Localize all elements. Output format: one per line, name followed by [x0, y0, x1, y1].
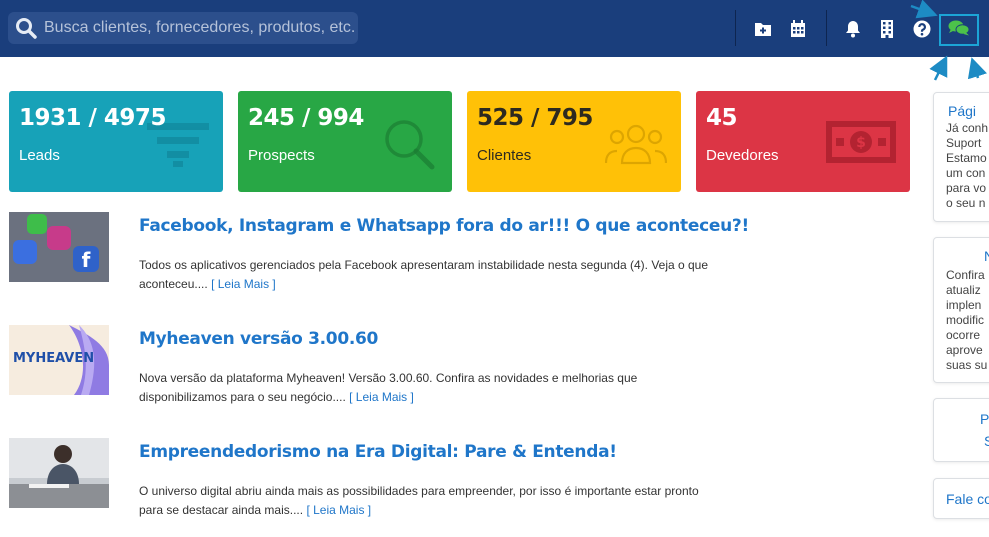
- news-description: Nova versão da plataforma Myheaven! Vers…: [139, 369, 719, 407]
- money-icon: $: [826, 121, 896, 163]
- search-bar[interactable]: [8, 12, 358, 44]
- toolbar-separator: [735, 10, 736, 46]
- folder-plus-icon[interactable]: [752, 18, 774, 40]
- sidebar-card-text: um con: [946, 166, 986, 180]
- news-description: O universo digital abriu ainda mais as p…: [139, 482, 719, 520]
- news-thumbnail[interactable]: f: [9, 212, 109, 282]
- sidebar-card-heading: S: [984, 433, 989, 449]
- prospects-card[interactable]: 245 / 994 Prospects: [238, 91, 452, 192]
- devedores-card[interactable]: $ 45 Devedores: [696, 91, 910, 192]
- news-title[interactable]: Facebook, Instagram e Whatsapp fora do a…: [139, 216, 749, 236]
- news-thumbnail[interactable]: [9, 438, 109, 508]
- sidebar-card-text: Confira: [946, 268, 985, 282]
- clientes-value: 525 / 795: [477, 105, 593, 131]
- news-text: O universo digital abriu ainda mais as p…: [139, 484, 699, 517]
- sidebar-card-text: Já conh: [946, 121, 989, 135]
- magnifier-icon: [385, 120, 435, 170]
- sidebar-card-text: atualiz: [946, 283, 981, 297]
- sidebar-card-text: implen: [946, 298, 982, 312]
- sidebar-card-text: ocorre: [946, 328, 981, 342]
- svg-text:$: $: [856, 135, 866, 151]
- devedores-label: Devedores: [706, 147, 779, 164]
- sidebar-card-news[interactable]: N Confira atualiz implen modific ocorre …: [933, 237, 989, 383]
- sidebar-card-heading: N: [984, 248, 989, 264]
- clientes-card[interactable]: 525 / 795 Clientes: [467, 91, 681, 192]
- sidebar-card-support[interactable]: Pági Já conh Suport Estamo um con para v…: [933, 92, 989, 222]
- search-input[interactable]: [44, 19, 354, 37]
- svg-text:f: f: [82, 248, 91, 272]
- sidebar-card-text: para vo: [946, 181, 987, 195]
- read-more-link[interactable]: [ Leia Mais ]: [306, 503, 371, 517]
- sidebar-card-text: Estamo: [946, 151, 987, 165]
- leads-value: 1931 / 4975: [19, 105, 166, 131]
- contact-link[interactable]: Fale co: [946, 491, 989, 507]
- sidebar-card-text: suas su: [946, 358, 988, 372]
- news-title[interactable]: Empreendedorismo na Era Digital: Pare & …: [139, 442, 617, 462]
- leads-label: Leads: [19, 147, 60, 164]
- toolbar-separator: [826, 10, 827, 46]
- sidebar-card-contact[interactable]: Fale co: [933, 478, 989, 519]
- news-thumbnail[interactable]: MYHEAVEN: [9, 325, 109, 395]
- users-icon: [605, 124, 667, 165]
- read-more-link[interactable]: [ Leia Mais ]: [211, 277, 276, 291]
- sidebar-card-heading: P: [980, 411, 989, 427]
- leads-card[interactable]: 1931 / 4975 Leads: [9, 91, 223, 192]
- read-more-link[interactable]: [ Leia Mais ]: [349, 390, 414, 404]
- search-icon[interactable]: [14, 16, 38, 40]
- devedores-value: 45: [706, 105, 738, 131]
- thumbnail-brand-text: MYHEAVEN: [13, 351, 94, 366]
- prospects-value: 245 / 994: [248, 105, 364, 131]
- sidebar-card-text: aprove: [946, 343, 983, 357]
- building-icon[interactable]: [876, 18, 898, 40]
- prospects-label: Prospects: [248, 147, 315, 164]
- annotation-arrows: [910, 0, 988, 81]
- sidebar-card-text: Suport: [946, 136, 982, 150]
- top-bar: [0, 0, 989, 57]
- news-title[interactable]: Myheaven versão 3.00.60: [139, 329, 378, 349]
- sidebar-card-third[interactable]: P S: [933, 398, 989, 462]
- sidebar-card-heading: Pági: [948, 103, 977, 119]
- news-description: Todos os aplicativos gerenciados pela Fa…: [139, 256, 719, 294]
- clientes-label: Clientes: [477, 147, 532, 164]
- bell-icon[interactable]: [842, 18, 864, 40]
- sidebar-card-text: modific: [946, 313, 985, 327]
- sidebar-card-text: o seu n: [946, 196, 986, 210]
- calendar-icon[interactable]: [787, 18, 809, 40]
